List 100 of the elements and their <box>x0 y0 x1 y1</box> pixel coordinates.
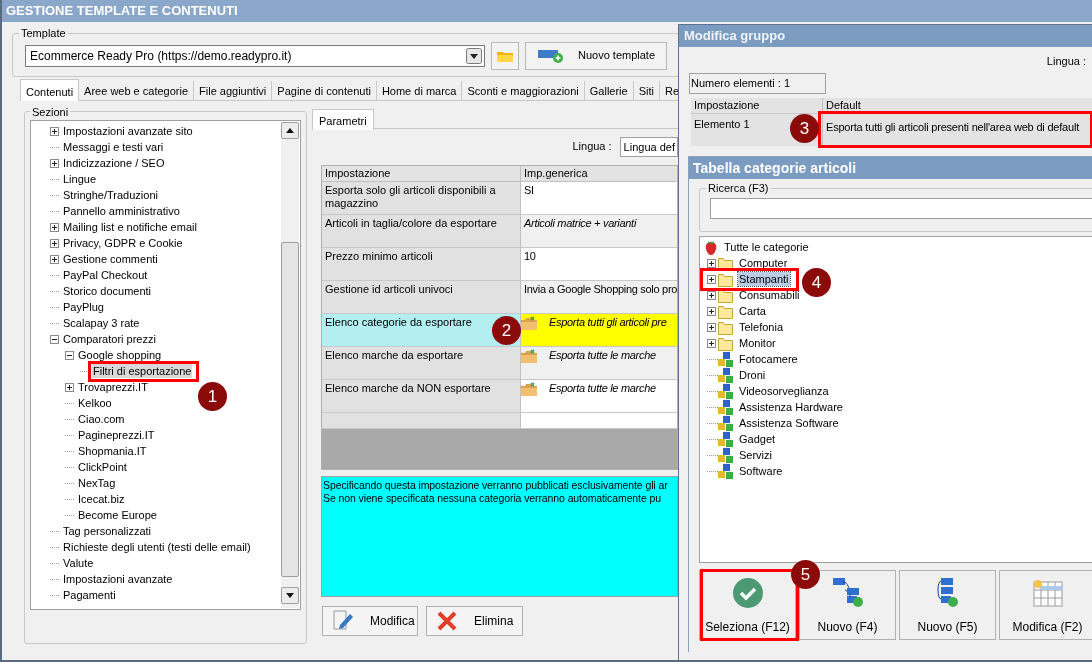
tree-item[interactable]: Tutte le categorie <box>723 240 810 254</box>
tree-item[interactable]: Lingue <box>62 172 98 186</box>
expand-icon <box>707 338 716 348</box>
expand-icon <box>707 290 716 300</box>
column-header: Default <box>825 98 862 113</box>
table-cell: Elenco marche da NON esportare <box>322 379 521 412</box>
tree-item[interactable]: Google shopping <box>77 348 163 362</box>
tree-item[interactable]: Assistenza Software <box>738 416 840 430</box>
language-label: Lingua : <box>572 139 612 155</box>
tree-item[interactable]: Carta <box>738 304 767 318</box>
tree-item[interactable]: Storico documenti <box>62 284 153 298</box>
toolbar-button[interactable]: Modifica (F2) <box>999 570 1092 640</box>
description-box: Specificando questa impostazione verranno pubblicati esclusivamente gli ar Se non viene specificata nessuna categoria verranno automaticamente pu <box>321 475 678 597</box>
tree-item[interactable]: Indicizzazione / SEO <box>62 156 166 170</box>
tree-item[interactable]: Telefonia <box>738 320 785 334</box>
tab[interactable]: Aree web e categorie <box>79 80 195 100</box>
tree-item[interactable]: PayPal Checkout <box>62 268 149 282</box>
tree-item[interactable]: Pagamenti <box>62 588 117 602</box>
table-cell: Esporta solo gli articoli disponibili a magazzino <box>322 181 521 214</box>
tree-add-icon <box>832 578 863 608</box>
tree-item[interactable]: Scalapay 3 rate <box>62 316 141 330</box>
tree-item[interactable]: Gestione commenti <box>62 252 159 266</box>
folder-icon <box>718 303 733 319</box>
folder-button[interactable] <box>491 41 519 70</box>
delete-button[interactable]: Elimina <box>426 605 523 636</box>
tree-item[interactable]: Videosorveglianza <box>738 384 830 398</box>
expand-icon <box>707 258 716 268</box>
tree-item[interactable]: PayPlug <box>62 300 105 314</box>
tree-item[interactable]: Icecat.biz <box>77 492 126 506</box>
scroll-down-button[interactable] <box>281 587 299 604</box>
tab[interactable]: Contenuti <box>20 78 80 101</box>
tree-item[interactable]: Stringhe/Traduzioni <box>62 188 159 202</box>
tree-item[interactable]: Gadget <box>738 432 777 446</box>
element-count: Numero elementi : 1 <box>690 76 791 92</box>
tree-item[interactable]: Stampanti <box>738 272 790 286</box>
tab[interactable]: File aggiuntivi <box>194 80 273 100</box>
tree-item[interactable]: Pagineprezzi.IT <box>77 428 156 442</box>
delete-icon <box>436 609 458 632</box>
table-cell: Elenco marche da esportare <box>322 346 521 379</box>
tab[interactable]: Pagine di contenuti <box>272 80 377 100</box>
group-label: Ricerca (F3) <box>707 181 770 196</box>
tab[interactable]: Siti <box>633 80 660 100</box>
tree-item[interactable]: Servizi <box>738 448 773 462</box>
cubes-icon <box>718 383 733 399</box>
scrollbar[interactable] <box>281 122 299 608</box>
language-dropdown[interactable]: Lingua def <box>619 136 678 157</box>
tree-item[interactable]: Assistenza Hardware <box>738 400 844 414</box>
template-dropdown[interactable]: Ecommerce Ready Pro (https://demo.readypro.it) <box>25 44 485 67</box>
tree-item[interactable]: Monitor <box>738 336 777 350</box>
tree-item[interactable]: Software <box>738 464 784 478</box>
up-arrow-icon <box>286 128 294 133</box>
expand-icon <box>707 274 716 284</box>
table-cell: Articoli in taglia/colore da esportare <box>322 214 521 247</box>
table-cell: Gestione id articoli univoci <box>322 280 521 313</box>
cubes-icon <box>718 447 733 463</box>
search-field[interactable] <box>710 197 1092 219</box>
toolbar-button[interactable]: Seleziona (F12) <box>699 570 796 640</box>
tree-item[interactable]: Richieste degli utenti (testi delle email) <box>62 540 252 554</box>
tree-item[interactable]: Valute <box>62 556 95 570</box>
cubes-icon <box>718 367 733 383</box>
tree-item[interactable]: Impostazioni avanzate sito <box>62 124 194 138</box>
tree-item[interactable]: Privacy, GDPR e Cookie <box>62 236 184 250</box>
tree-item[interactable]: Pannello amministrativo <box>62 204 181 218</box>
new-template-button[interactable]: Nuovo template <box>525 41 667 70</box>
tree-item[interactable]: Messaggi e testi vari <box>62 140 165 154</box>
down-arrow-icon <box>286 593 294 598</box>
table-cell: Esporta tutte le marche <box>521 379 677 412</box>
folder-icon <box>718 271 733 287</box>
edit-button[interactable]: Modifica <box>322 605 418 636</box>
tab[interactable]: Sconti e maggiorazioni <box>462 80 585 100</box>
tree-item[interactable]: Comparatori prezzi <box>62 332 157 346</box>
tree-item[interactable]: Become Europe <box>77 508 158 522</box>
dialog-title: Tabella categorie articoli <box>689 157 1092 179</box>
tree-item[interactable]: Ciao.com <box>77 412 126 426</box>
toolbar-button[interactable]: Nuovo (F5) <box>899 570 996 640</box>
tree-item[interactable]: Impostazioni avanzate <box>62 572 174 586</box>
tab[interactable]: Parametri <box>312 108 374 130</box>
folder-icon <box>521 315 537 330</box>
tree-item[interactable]: Droni <box>738 368 767 382</box>
scroll-up-button[interactable] <box>281 122 299 139</box>
tab[interactable]: Home di marca <box>376 80 463 100</box>
tree-item[interactable]: Fotocamere <box>738 352 799 366</box>
tree-item[interactable]: ClickPoint <box>77 460 128 474</box>
expand-icon <box>707 306 716 316</box>
scroll-thumb[interactable] <box>281 242 299 577</box>
table-cell: Esporta tutte le marche <box>521 346 677 379</box>
tree-item[interactable]: Filtri di esportazione <box>92 364 193 378</box>
tree-item[interactable]: Shopmania.IT <box>77 444 148 458</box>
language-label: Lingua : <box>1046 54 1086 69</box>
table-cell: SI <box>521 181 677 214</box>
tree-item[interactable]: NexTag <box>77 476 117 490</box>
cubes-icon <box>718 431 733 447</box>
tab[interactable]: Gallerie <box>584 80 634 100</box>
column-header: Imp.generica <box>523 165 589 181</box>
folder-icon <box>718 335 733 351</box>
strawberry-icon <box>704 239 718 255</box>
tree-item[interactable]: Mailing list e notifiche email <box>62 220 198 234</box>
cubes-icon <box>718 351 733 367</box>
tree-item[interactable]: Tag personalizzati <box>62 524 153 538</box>
tree-item[interactable]: Kelkoo <box>77 396 113 410</box>
